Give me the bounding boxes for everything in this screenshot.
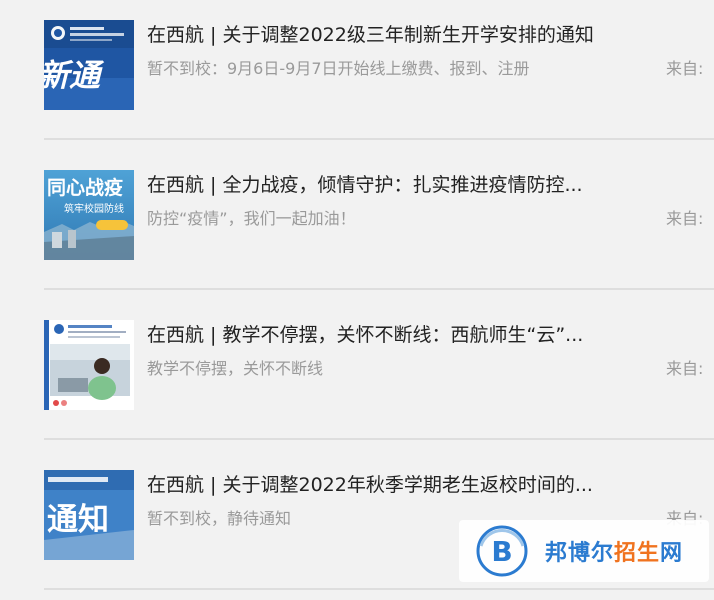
article-thumbnail[interactable]: 新通 — [44, 20, 134, 110]
notice-banner-image: 通知 — [44, 470, 134, 560]
list-item[interactable]: 在西航 | 教学不停摆，关怀不断线：西航师生“云”... 教学不停摆，关怀不断线… — [0, 300, 714, 450]
svg-text:新通: 新通 — [44, 58, 105, 94]
divider — [44, 138, 714, 140]
divider — [44, 288, 714, 290]
article-source-label: 来自: — [666, 59, 704, 78]
list-item[interactable]: 同心战疫 筑牢校园防线 在西航 | 全力战疫，倾情守护：扎实推进疫情防控... … — [0, 150, 714, 300]
article-thumbnail[interactable]: 同心战疫 筑牢校园防线 — [44, 170, 134, 260]
divider — [44, 588, 714, 590]
divider — [44, 438, 714, 440]
site-watermark: B 邦博尔招生网 — [459, 520, 709, 582]
svg-text:同心战疫: 同心战疫 — [47, 176, 123, 199]
svg-text:筑牢校园防线: 筑牢校园防线 — [64, 202, 124, 215]
list-item[interactable]: 新通 在西航 | 关于调整2022级三年制新生开学安排的通知 暂不到校：9月6日… — [0, 0, 714, 150]
photo-image — [44, 320, 134, 410]
article-title[interactable]: 在西航 | 教学不停摆，关怀不断线：西航师生“云”... — [147, 320, 583, 350]
article-summary: 暂不到校，静待通知 — [147, 509, 292, 528]
notice-banner-image: 新通 — [44, 20, 134, 110]
poster-image: 同心战疫 筑牢校园防线 — [44, 170, 134, 260]
article-title[interactable]: 在西航 | 关于调整2022级三年制新生开学安排的通知 — [147, 20, 594, 50]
article-thumbnail[interactable] — [44, 320, 134, 410]
article-source-label: 来自: — [666, 359, 704, 378]
article-summary: 教学不停摆，关怀不断线 — [147, 359, 324, 378]
article-title[interactable]: 在西航 | 全力战疫，倾情守护：扎实推进疫情防控... — [147, 170, 583, 200]
article-title[interactable]: 在西航 | 关于调整2022年秋季学期老生返校时间的... — [147, 470, 593, 500]
brand-name: 邦博尔招生网 — [545, 541, 684, 566]
article-source-label: 来自: — [666, 209, 704, 228]
article-list: 新通 在西航 | 关于调整2022级三年制新生开学安排的通知 暂不到校：9月6日… — [0, 0, 714, 592]
svg-text:B: B — [491, 535, 512, 568]
article-summary: 防控“疫情”，我们一起加油！ — [147, 209, 356, 228]
svg-text:通知: 通知 — [47, 502, 109, 538]
brand-logo-icon: B — [476, 525, 528, 577]
article-thumbnail[interactable]: 通知 — [44, 470, 134, 560]
article-summary: 暂不到校：9月6日-9月7日开始线上缴费、报到、注册 — [147, 59, 530, 78]
